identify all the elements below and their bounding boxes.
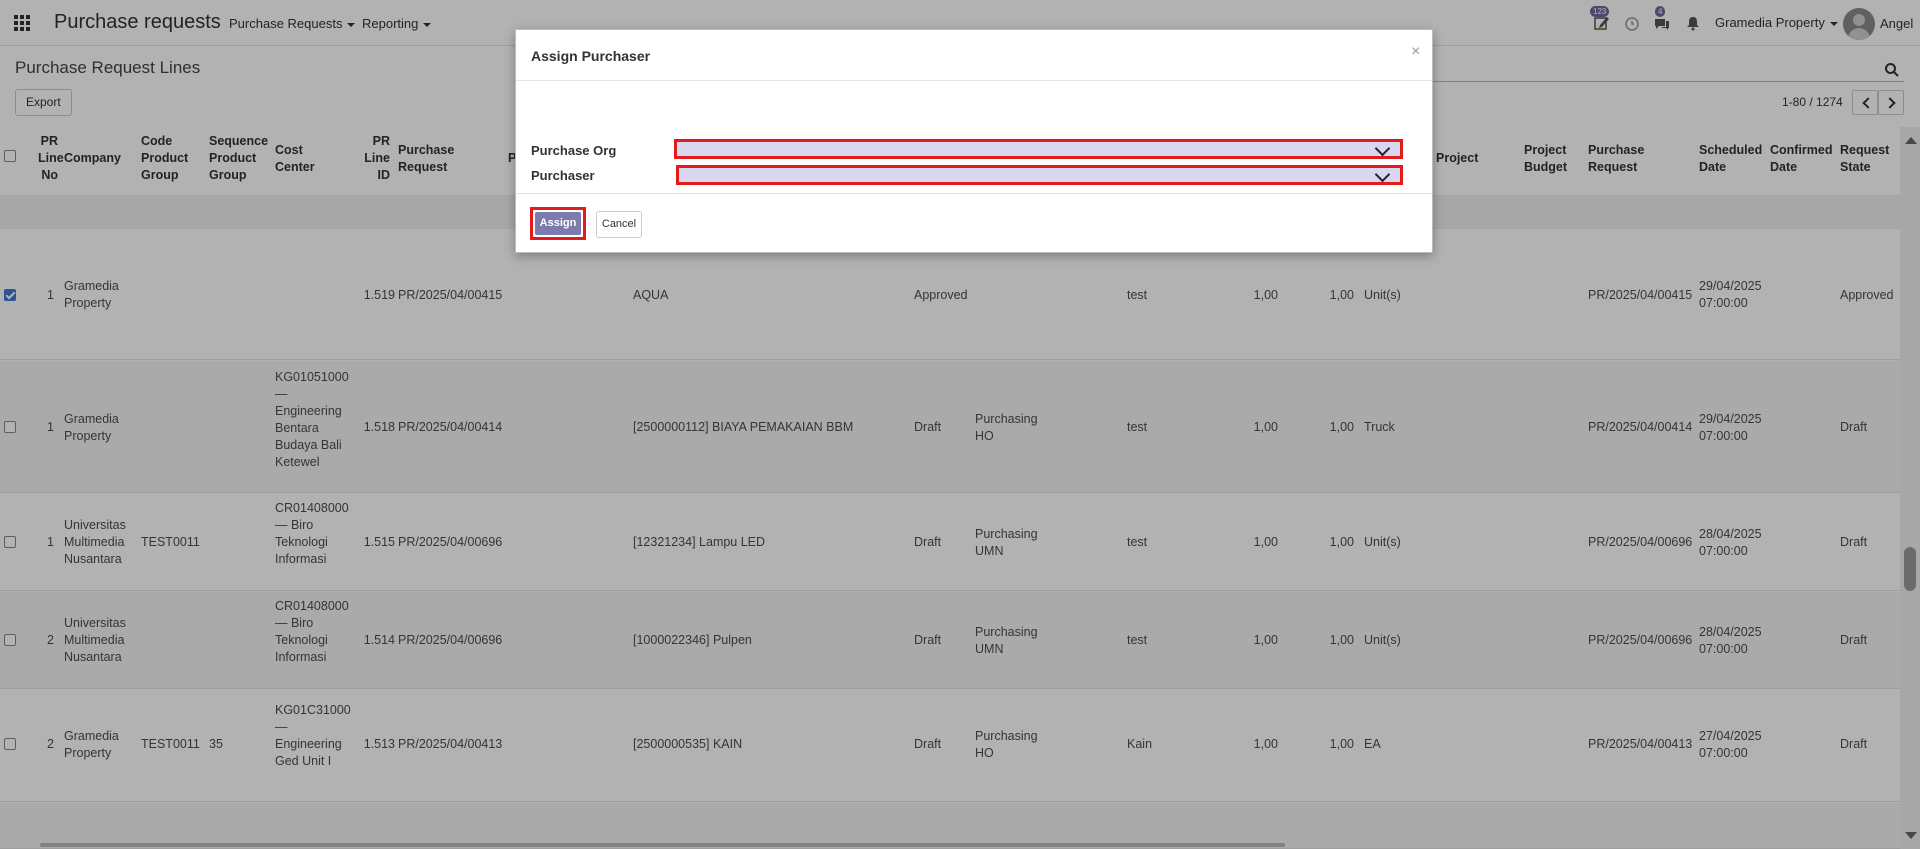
chevron-down-icon[interactable] — [1374, 166, 1391, 183]
purchase-org-select[interactable] — [674, 139, 1403, 159]
purchase-org-label: Purchase Org — [531, 143, 617, 158]
modal-body: Purchase Org Purchaser — [516, 81, 1432, 194]
purchaser-label: Purchaser — [531, 168, 595, 183]
assign-button-label[interactable]: Assign — [535, 212, 581, 235]
chevron-down-icon[interactable] — [1374, 140, 1391, 157]
assign-button[interactable]: Assign — [530, 207, 586, 240]
purchaser-select[interactable] — [676, 165, 1403, 185]
close-icon[interactable]: × — [1411, 43, 1420, 61]
cancel-button[interactable]: Cancel — [596, 211, 642, 238]
assign-purchaser-dialog: Assign Purchaser × Purchase Org Purchase… — [515, 29, 1433, 253]
modal-header: Assign Purchaser × — [516, 30, 1432, 81]
modal-title: Assign Purchaser — [531, 48, 651, 64]
